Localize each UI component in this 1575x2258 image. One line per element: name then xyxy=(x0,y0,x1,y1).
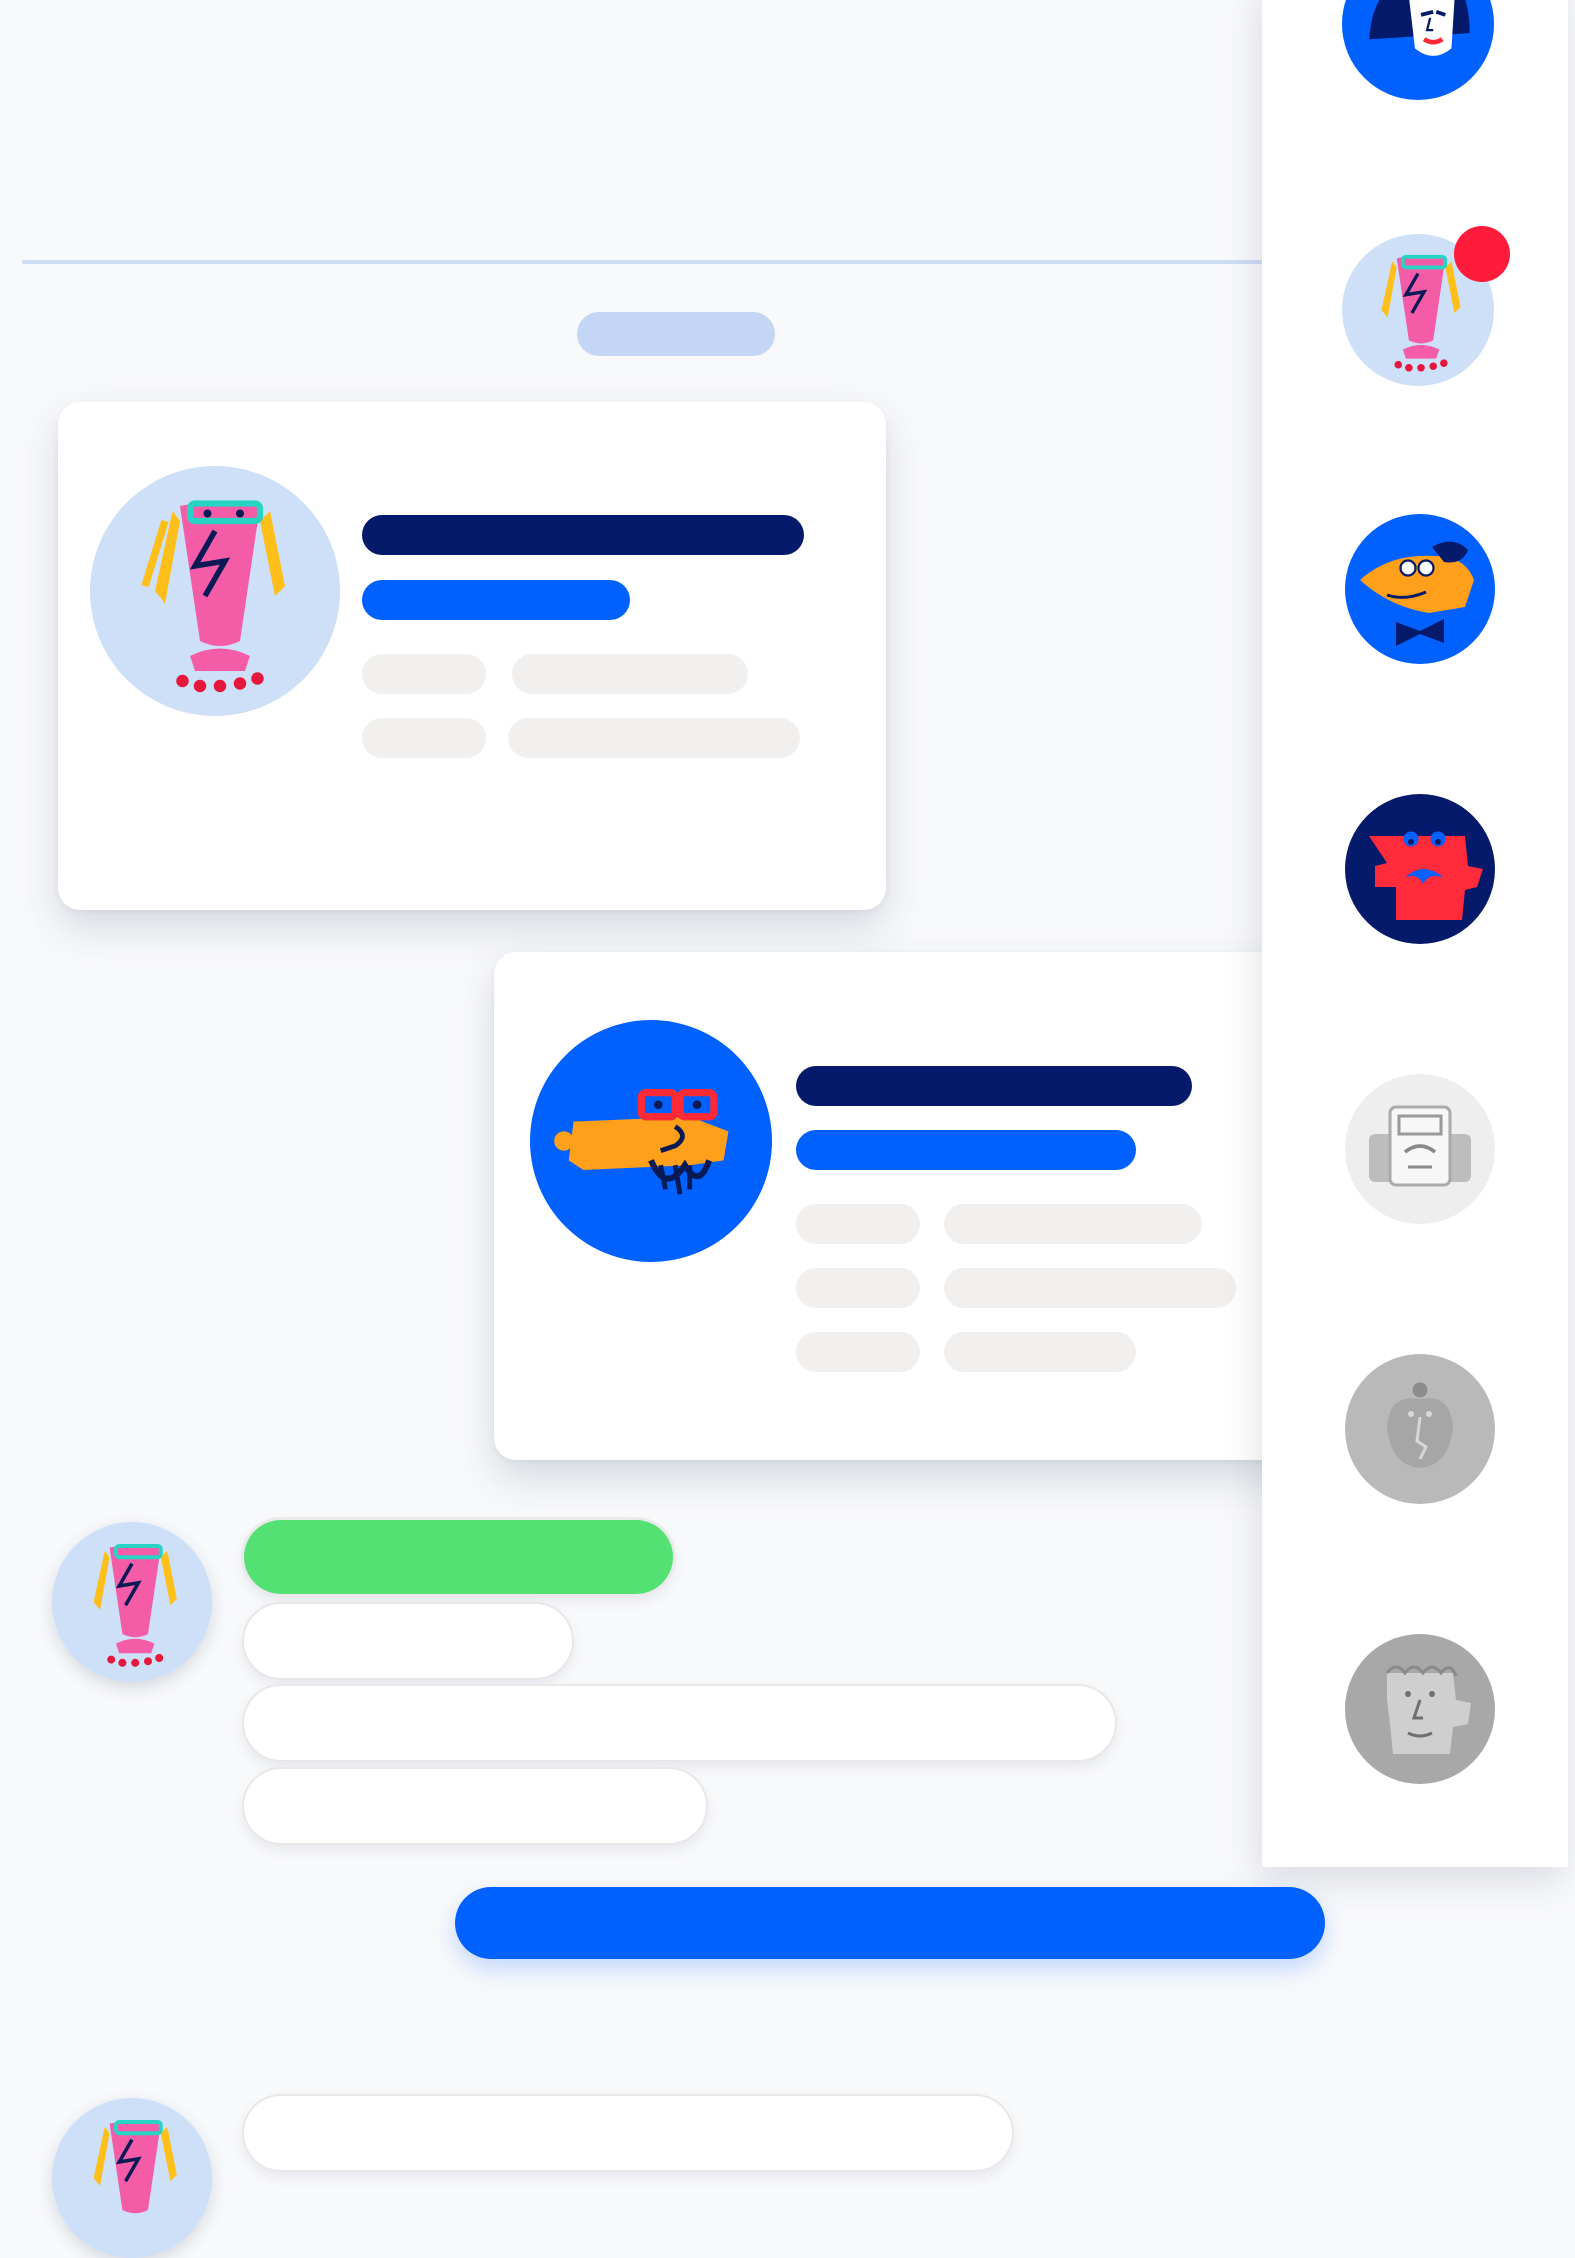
message-bubble[interactable] xyxy=(244,2096,1012,2170)
blue-woman-face-avatar[interactable] xyxy=(1342,0,1494,100)
message-bubble-green[interactable] xyxy=(244,1520,673,1594)
contact-card[interactable] xyxy=(494,952,1294,1460)
pink-glasses-face-avatar[interactable] xyxy=(52,2098,212,2258)
unread-badge xyxy=(1454,226,1510,282)
outgoing-message-bubble[interactable] xyxy=(455,1887,1325,1959)
card-name-bar xyxy=(796,1066,1192,1106)
card-meta-label xyxy=(362,654,486,694)
card-meta-value xyxy=(508,718,800,758)
card-meta-label xyxy=(362,718,486,758)
card-meta-label xyxy=(796,1204,920,1244)
card-role-bar xyxy=(362,580,630,620)
date-separator-pill xyxy=(577,312,775,356)
message-bubble[interactable] xyxy=(244,1604,572,1678)
orange-beard-face-avatar xyxy=(530,1020,772,1262)
card-meta-value xyxy=(944,1332,1136,1372)
chat-divider xyxy=(22,260,1262,264)
card-meta-value xyxy=(944,1204,1202,1244)
card-meta-value xyxy=(944,1268,1236,1308)
card-name-bar xyxy=(362,515,804,555)
pink-glasses-face-avatar[interactable] xyxy=(52,1522,212,1682)
red-mustache-face-avatar[interactable] xyxy=(1345,794,1495,944)
pink-glasses-face-avatar xyxy=(90,466,340,716)
card-role-bar xyxy=(796,1130,1136,1170)
gray-typewriter-face-avatar[interactable] xyxy=(1345,1074,1495,1224)
orange-bowtie-face-avatar[interactable] xyxy=(1345,514,1495,664)
card-meta-value xyxy=(512,654,748,694)
gray-apple-face-avatar[interactable] xyxy=(1345,1354,1495,1504)
message-bubble[interactable] xyxy=(244,1769,706,1843)
gray-curly-hair-face-avatar[interactable] xyxy=(1345,1634,1495,1784)
card-meta-label xyxy=(796,1332,920,1372)
card-meta-label xyxy=(796,1268,920,1308)
contact-card[interactable] xyxy=(58,402,886,910)
contacts-sidebar xyxy=(1262,0,1568,1867)
message-bubble[interactable] xyxy=(244,1686,1115,1760)
